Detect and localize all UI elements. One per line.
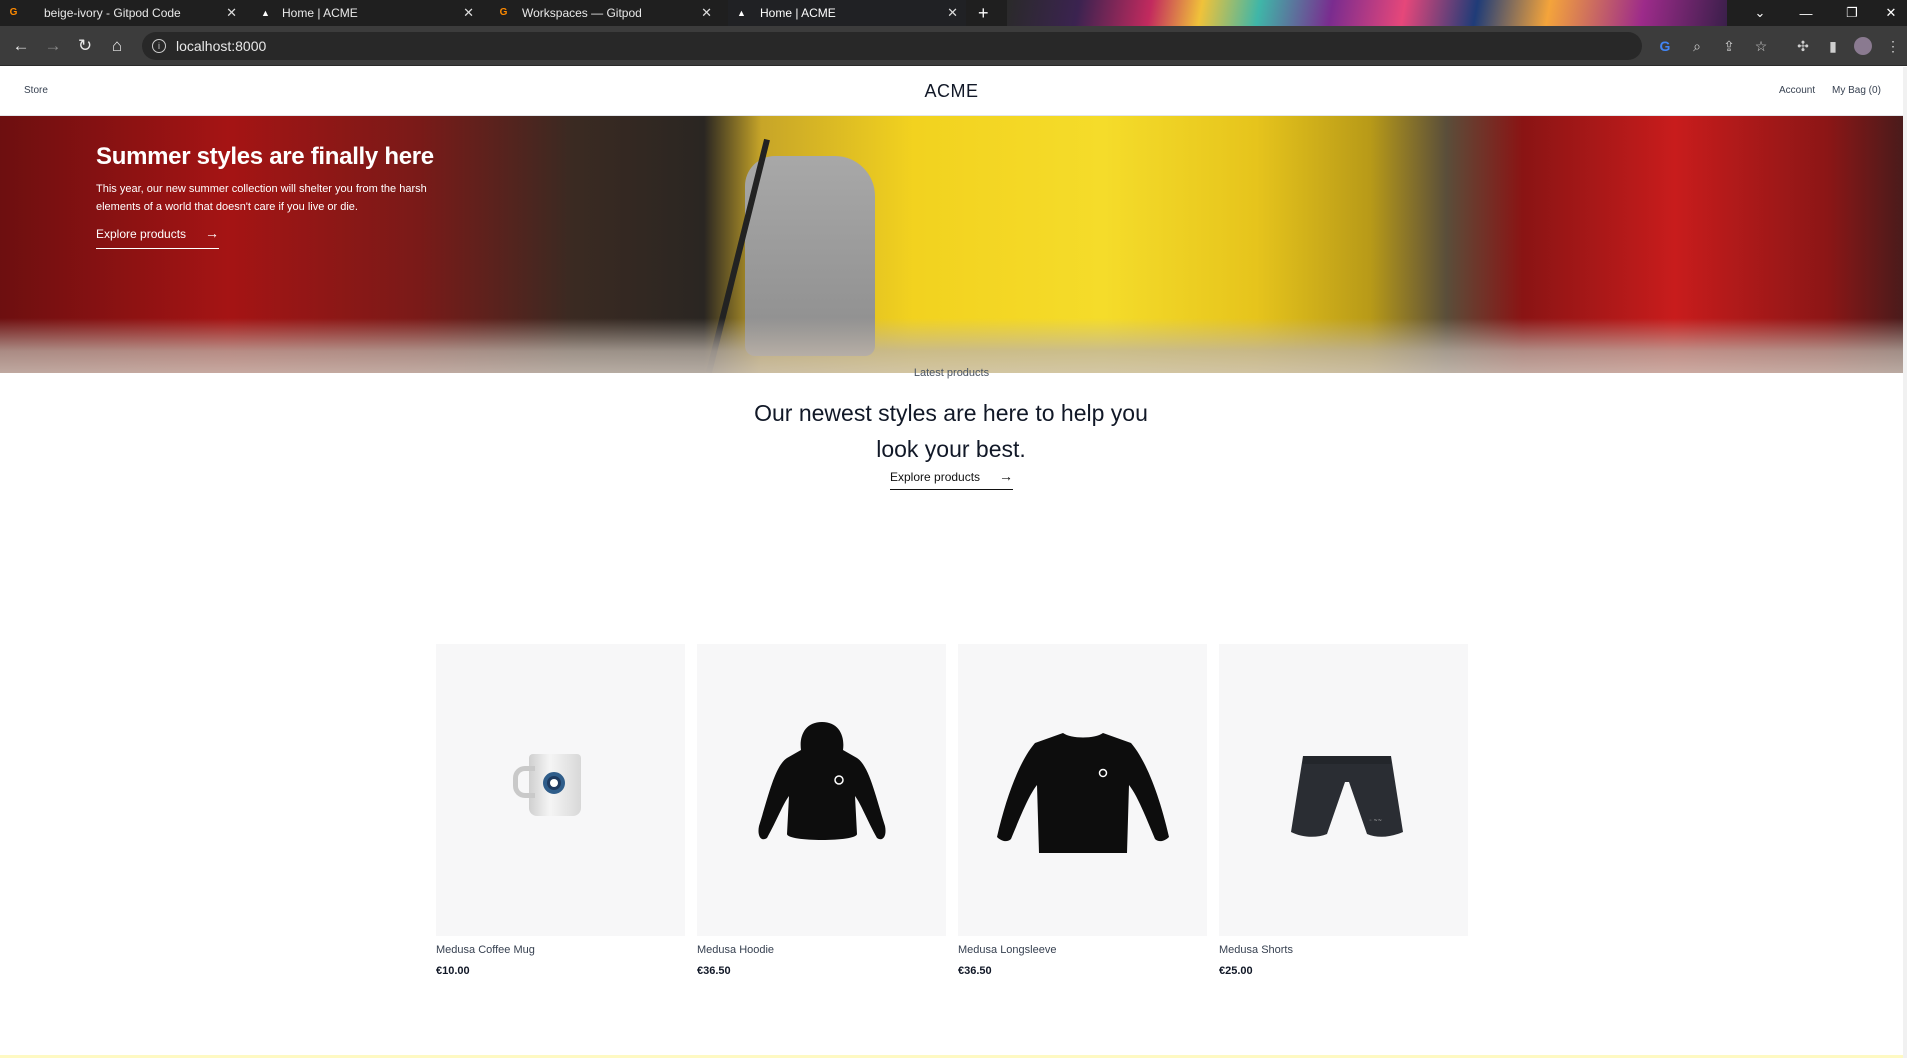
product-name[interactable]: Medusa Shorts (1219, 944, 1468, 960)
product-price: €36.50 (697, 965, 731, 977)
product-price: €10.00 (436, 965, 470, 977)
product-name[interactable]: Medusa Coffee Mug (436, 944, 685, 960)
product-image[interactable]: ◦ ~~ (1219, 644, 1468, 936)
gitpod-icon: G (499, 7, 508, 18)
web-page: Store ACME Account My Bag (0) Summer sty… (0, 67, 1907, 1058)
gitpod-icon: G (9, 7, 18, 18)
hoodie-image (758, 722, 886, 840)
new-tab-icon[interactable]: + (978, 2, 989, 24)
close-icon[interactable]: ✕ (463, 5, 474, 21)
menu-icon[interactable]: ⋮ (1884, 37, 1902, 55)
hero-text: This year, our new summer collection wil… (96, 183, 427, 213)
longsleeve-image (997, 733, 1169, 853)
hero-explore-label: Explore products (96, 227, 187, 241)
forward-icon[interactable]: → (42, 35, 64, 57)
shorts-image: ◦ ~~ (1291, 756, 1403, 837)
tab-title: Home | ACME (760, 6, 836, 20)
reload-icon[interactable]: ↻ (74, 35, 96, 57)
product-price: €25.00 (1219, 965, 1253, 977)
latest-explore-link[interactable]: Explore products → (890, 468, 1013, 490)
close-window-icon[interactable]: ✕ (1875, 0, 1907, 26)
section-headline: Our newest styles are here to help you l… (754, 400, 1148, 462)
browser-tab-3[interactable]: G Workspaces — Gitpod ✕ (490, 0, 720, 26)
google-icon[interactable]: G (1656, 37, 1674, 55)
page-scrollbar[interactable] (1903, 67, 1907, 1058)
home-icon[interactable]: ⌂ (106, 35, 128, 57)
browser-toolbar: ← → ↻ ⌂ i localhost:8000 G ⌕ ⇪ ☆ ✣ ▮ ⋮ (0, 26, 1907, 66)
extensions-icon[interactable]: ✣ (1794, 37, 1812, 55)
arrow-right-icon: → (999, 468, 1013, 484)
profile-avatar[interactable] (1854, 37, 1872, 55)
tab-search-icon[interactable]: ⌄ (1737, 0, 1783, 26)
info-icon[interactable]: i (152, 39, 166, 53)
address-bar[interactable]: i localhost:8000 (142, 32, 1642, 60)
section-eyebrow: Latest products (913, 367, 990, 379)
svg-text:◦ ~~: ◦ ~~ (1369, 818, 1382, 824)
bookmark-star-icon[interactable]: ☆ (1752, 37, 1770, 55)
tab-bar-background-art (1007, 0, 1727, 26)
restore-icon[interactable]: ❐ (1829, 0, 1875, 26)
tab-title: Workspaces — Gitpod (522, 6, 642, 20)
product-image[interactable] (697, 644, 946, 936)
product-card[interactable]: Medusa Longsleeve €36.50 (958, 644, 1207, 977)
product-name[interactable]: Medusa Longsleeve (958, 944, 1207, 960)
hero-image-wall (0, 318, 1903, 373)
back-icon[interactable]: ← (10, 35, 32, 57)
arrow-right-icon: → (205, 225, 219, 241)
cart-link[interactable]: My Bag (0) (1832, 85, 1881, 96)
product-name[interactable]: Medusa Hoodie (697, 944, 946, 960)
product-card[interactable]: ◦ ~~ Medusa Shorts €25.00 (1219, 644, 1468, 977)
browser-tab-2[interactable]: ▲ Home | ACME ✕ (252, 0, 482, 26)
account-link[interactable]: Account (1779, 85, 1815, 96)
product-card[interactable]: Medusa Hoodie €36.50 (697, 644, 946, 977)
site-header: Store ACME Account My Bag (0) (0, 67, 1907, 116)
coffee-mug-image (513, 754, 581, 816)
product-price: €36.50 (958, 965, 992, 977)
url-text: localhost:8000 (176, 38, 267, 54)
hero-banner: Summer styles are finally here This year… (0, 116, 1903, 373)
close-icon[interactable]: ✕ (226, 5, 237, 21)
browser-tab-1[interactable]: G beige-ivory - Gitpod Code ✕ (0, 0, 245, 26)
tab-title: beige-ivory - Gitpod Code (44, 6, 181, 20)
triangle-icon: ▲ (261, 7, 270, 18)
side-panel-icon[interactable]: ▮ (1824, 37, 1842, 55)
minimize-icon[interactable]: — (1783, 0, 1829, 26)
close-icon[interactable]: ✕ (701, 5, 712, 21)
close-icon[interactable]: ✕ (947, 5, 958, 21)
share-icon[interactable]: ⇪ (1720, 37, 1738, 55)
browser-tab-4-active[interactable]: ▲ Home | ACME ✕ (728, 0, 966, 26)
product-image[interactable] (958, 644, 1207, 936)
triangle-icon: ▲ (737, 7, 746, 18)
hero-title: Summer styles are finally here (96, 143, 434, 170)
browser-tab-bar: G beige-ivory - Gitpod Code ✕ ▲ Home | A… (0, 0, 1907, 26)
latest-explore-label: Explore products (890, 470, 981, 484)
tab-title: Home | ACME (282, 6, 358, 20)
zoom-icon[interactable]: ⌕ (1688, 37, 1706, 55)
brand-logo[interactable]: ACME (0, 81, 1903, 102)
hero-explore-link[interactable]: Explore products → (96, 225, 219, 249)
product-card[interactable]: Medusa Coffee Mug €10.00 (436, 644, 685, 977)
product-image[interactable] (436, 644, 685, 936)
